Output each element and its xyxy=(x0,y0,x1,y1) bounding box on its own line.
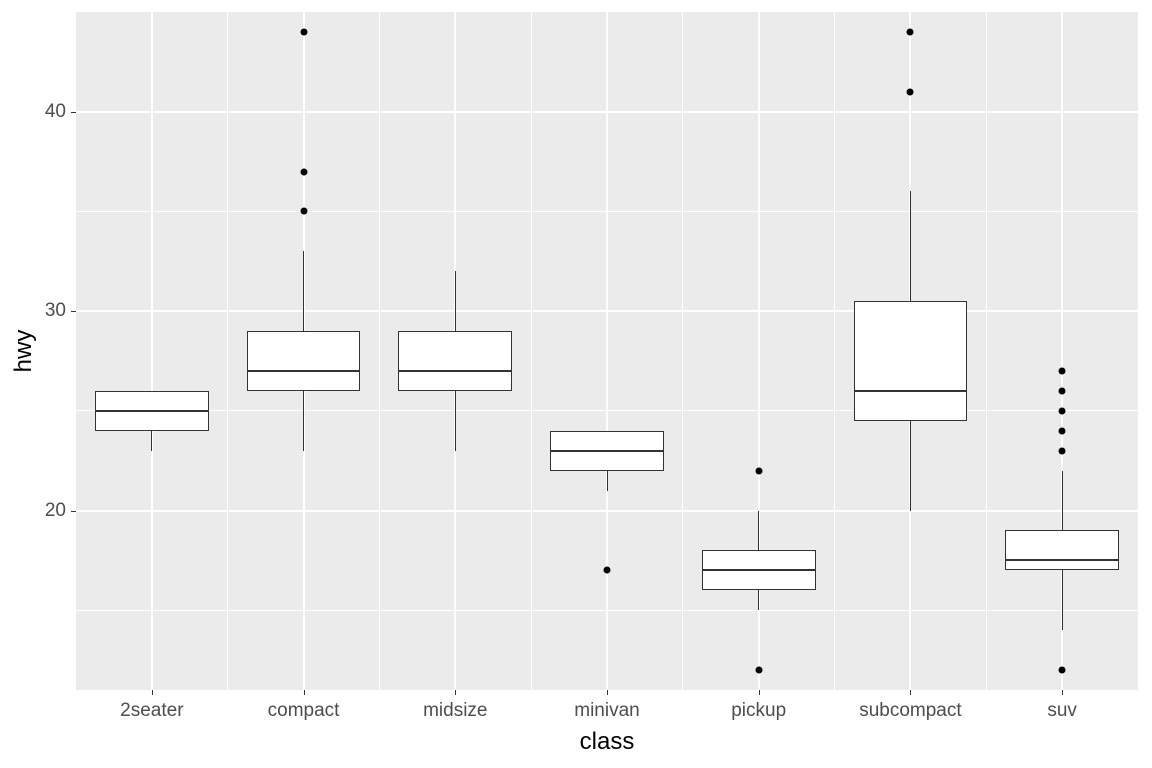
outlier-point xyxy=(1059,427,1066,434)
box xyxy=(247,331,361,391)
whisker-upper xyxy=(303,251,304,331)
median-line xyxy=(550,450,664,452)
x-tick-label: midsize xyxy=(423,700,487,722)
median-line xyxy=(247,370,361,372)
x-tick-label: pickup xyxy=(731,700,786,722)
whisker-lower xyxy=(1062,570,1063,630)
y-tick-label: 20 xyxy=(36,500,66,522)
outlier-point xyxy=(300,208,307,215)
plot-area xyxy=(76,12,1138,690)
whisker-upper xyxy=(455,271,456,331)
x-tick-label: subcompact xyxy=(859,700,961,722)
outlier-point xyxy=(300,168,307,175)
x-tick-label: 2seater xyxy=(120,700,183,722)
x-tick-label: suv xyxy=(1047,700,1077,722)
whisker-lower xyxy=(910,421,911,511)
boxplot-chart: hwy class 20 30 40 2seater compact midsize min… xyxy=(0,0,1152,768)
y-tick-label: 40 xyxy=(36,101,66,123)
whisker-lower xyxy=(607,471,608,491)
outlier-point xyxy=(907,28,914,35)
median-line xyxy=(1005,559,1119,561)
median-line xyxy=(398,370,512,372)
outlier-point xyxy=(755,667,762,674)
median-line xyxy=(702,569,816,571)
x-tick-label: minivan xyxy=(574,700,639,722)
whisker-upper xyxy=(758,511,759,551)
median-line xyxy=(95,410,209,412)
y-tick-label: 30 xyxy=(36,300,66,322)
whisker-upper xyxy=(1062,471,1063,531)
outlier-point xyxy=(755,467,762,474)
outlier-point xyxy=(907,88,914,95)
x-axis-title: class xyxy=(580,728,635,756)
box xyxy=(854,301,968,421)
box xyxy=(398,331,512,391)
whisker-lower xyxy=(758,590,759,610)
outlier-point xyxy=(1059,387,1066,394)
outlier-point xyxy=(300,28,307,35)
whisker-upper xyxy=(910,191,911,301)
outlier-point xyxy=(1059,407,1066,414)
y-axis-title: hwy xyxy=(10,330,38,373)
outlier-point xyxy=(1059,367,1066,374)
outlier-point xyxy=(604,567,611,574)
whisker-lower xyxy=(303,391,304,451)
whisker-lower xyxy=(455,391,456,451)
box xyxy=(1005,530,1119,570)
median-line xyxy=(854,390,968,392)
outlier-point xyxy=(1059,667,1066,674)
x-tick-label: compact xyxy=(268,700,340,722)
whisker-lower xyxy=(151,431,152,451)
outlier-point xyxy=(1059,447,1066,454)
